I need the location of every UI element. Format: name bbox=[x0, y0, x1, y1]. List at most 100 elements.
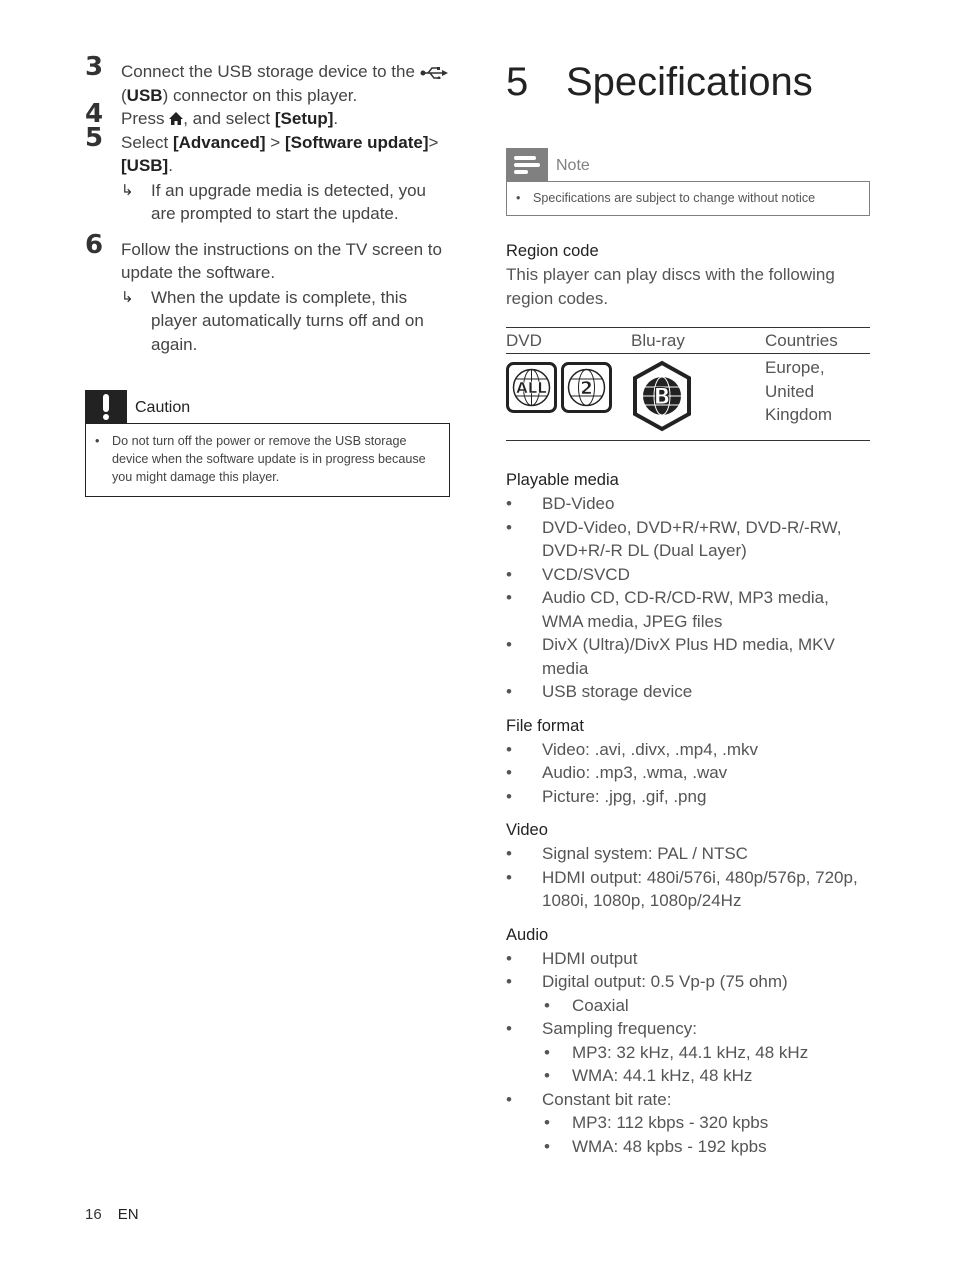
spec-item: • DVD-Video, DVD+R/+RW, DVD-R/-RW, DVD+R/… bbox=[506, 517, 842, 561]
spec-item: • Signal system: PAL / NTSC bbox=[506, 842, 870, 866]
bullet: • bbox=[506, 786, 512, 806]
caution-callout: Caution • Do not turn off the power or r… bbox=[85, 390, 450, 497]
spec-item: • MP3: 32 kHz, 44.1 kHz, 48 kHz bbox=[506, 1041, 870, 1065]
step-number: 3 bbox=[85, 52, 104, 82]
spec-item: • WMA: 44.1 kHz, 48 kHz bbox=[506, 1064, 870, 1088]
note-text: Specifications are subject to change wit… bbox=[533, 191, 816, 205]
spec-item: • Picture: .jpg, .gif, .png bbox=[506, 785, 870, 809]
spec-item: • MP3: 112 kbps - 320 kpbs bbox=[506, 1111, 870, 1135]
spec-item: • Sampling frequency: bbox=[506, 1017, 870, 1041]
spec-item: • Coaxial bbox=[506, 994, 870, 1018]
logo-label: ALL bbox=[516, 379, 547, 397]
spec-item: • HDMI output: 480i/576i, 480p/576p, 720p… bbox=[506, 867, 858, 911]
bullet: • bbox=[544, 995, 550, 1015]
spec-section: Audio • HDMI output • Digital output: 0.5 Vp… bbox=[506, 924, 870, 1159]
logo-label: 2 bbox=[580, 378, 593, 399]
bullet: • bbox=[544, 1113, 550, 1132]
page-footer: 16 EN bbox=[85, 1206, 139, 1223]
menu-label: [Software update] bbox=[284, 132, 429, 152]
bullet: • bbox=[506, 1089, 512, 1109]
note-lines-icon bbox=[506, 148, 548, 181]
exclamation-icon bbox=[85, 390, 127, 423]
spec-item: • Digital output: 0.5 Vp-p (75 ohm) bbox=[506, 970, 870, 994]
result-text: When the update is complete, this player… bbox=[151, 287, 424, 354]
step-text: Connect the USB storage device to the (U… bbox=[121, 60, 450, 107]
countries-value: Europe, United Kingdom bbox=[765, 358, 833, 424]
spec-item: • WMA: 48 kpbs - 192 kpbs bbox=[506, 1135, 870, 1159]
note-title: Note bbox=[556, 157, 590, 174]
bullet: • bbox=[506, 517, 512, 537]
bullet: • bbox=[506, 948, 512, 968]
bullet: • bbox=[506, 1019, 512, 1038]
menu-label: USB bbox=[126, 85, 163, 105]
column-header-countries: Countries bbox=[765, 330, 838, 350]
section-heading: Video bbox=[506, 821, 548, 839]
bullet: • bbox=[95, 434, 100, 448]
bullet: • bbox=[544, 1066, 550, 1085]
result-arrow-icon: ↳ bbox=[121, 181, 134, 199]
instruction-step: 5 Select [Advanced] > [Software update]> … bbox=[85, 125, 450, 226]
spec-item: • Audio: .mp3, .wma, .wav bbox=[506, 761, 870, 785]
bullet: • bbox=[506, 972, 512, 991]
home-icon bbox=[169, 109, 184, 128]
spec-item: • BD-Video bbox=[506, 492, 870, 516]
language-code: EN bbox=[117, 1206, 139, 1223]
section-heading: Audio bbox=[506, 925, 549, 944]
dvd-region-2-icon: 2 bbox=[561, 362, 612, 413]
menu-label: [Advanced] bbox=[172, 132, 266, 152]
menu-label: [USB] bbox=[121, 156, 169, 175]
region-code-section: Region code This player can play discs w… bbox=[506, 240, 870, 441]
spec-sections: Playable media • BD-Video • DVD-Video, DVD+R… bbox=[506, 469, 870, 1158]
caution-text: Do not turn off the power or remove the … bbox=[112, 434, 426, 484]
spec-item: • Video: .avi, .divx, .mp4, .mkv bbox=[506, 738, 870, 762]
section-heading: Playable media bbox=[506, 471, 619, 489]
logo-label: B bbox=[654, 385, 671, 410]
instruction-step: 4 Press , and select [Setup]. bbox=[85, 101, 450, 131]
section-heading: Region code bbox=[506, 242, 599, 260]
result-text: If an upgrade media is detected, you are… bbox=[151, 180, 427, 224]
bullet: • bbox=[506, 739, 512, 759]
step-number: 6 bbox=[85, 229, 104, 260]
bullet: • bbox=[516, 191, 521, 205]
left-column: 3 Connect the USB storage device to the (… bbox=[85, 54, 450, 497]
bullet: • bbox=[506, 867, 512, 887]
spec-item: • DivX (Ultra)/DivX Plus HD media, MKV me… bbox=[506, 635, 835, 678]
step-number: 5 bbox=[85, 122, 104, 153]
spec-item: • Constant bit rate: bbox=[506, 1088, 870, 1112]
spec-item: • Audio CD, CD-R/CD-RW, MP3 media, WMA me… bbox=[506, 588, 829, 631]
steps-list: 3 Connect the USB storage device to the (… bbox=[85, 54, 450, 357]
page-number: 16 bbox=[85, 1206, 102, 1223]
section-heading: File format bbox=[506, 716, 584, 735]
caution-title: Caution bbox=[135, 399, 191, 416]
instruction-step: 3 Connect the USB storage device to the (… bbox=[85, 54, 450, 107]
step-text: Press , and select [Setup]. bbox=[121, 109, 339, 128]
bullet: • bbox=[506, 844, 512, 863]
spec-section: Playable media • BD-Video • DVD-Video, DVD+R… bbox=[506, 469, 870, 704]
column-header-dvd: DVD bbox=[506, 330, 542, 350]
bullet: • bbox=[506, 588, 512, 607]
region-table: DVD Blu-ray Countries ALL 2 B Europe, Un… bbox=[506, 327, 870, 441]
chapter-number: 5 bbox=[506, 60, 529, 104]
dvd-region-all-icon: ALL bbox=[506, 362, 557, 413]
step-text: Select [Advanced] > [Software update]> [… bbox=[121, 132, 439, 176]
bullet: • bbox=[506, 635, 512, 654]
bullet: • bbox=[506, 763, 512, 782]
chapter-title: Specifications bbox=[566, 60, 813, 104]
step-result: ↳ When the update is complete, this playe… bbox=[121, 286, 450, 357]
note-callout: Note • Specifications are subject to cha… bbox=[506, 148, 870, 216]
region-description: This player can play discs with the foll… bbox=[506, 265, 835, 308]
result-arrow-icon: ↳ bbox=[121, 288, 134, 306]
page-title: 5 Specifications bbox=[506, 60, 870, 110]
bullet: • bbox=[506, 682, 512, 701]
instruction-step: 6 Follow the instructions on the TV scree… bbox=[85, 232, 450, 357]
spec-item: • VCD/SVCD bbox=[506, 563, 870, 587]
step-text: Follow the instructions on the TV screen… bbox=[121, 239, 442, 283]
usb-icon bbox=[420, 62, 448, 81]
spec-item: • USB storage device bbox=[506, 680, 870, 704]
right-column: 5 Specifications Note • Specifications ar… bbox=[506, 60, 870, 1158]
spec-section: Video • Signal system: PAL / NTSC • HDMI out… bbox=[506, 819, 870, 913]
spec-section: File format • Video: .avi, .divx, .mp4, .m… bbox=[506, 715, 870, 809]
spec-item: • HDMI output bbox=[506, 947, 870, 971]
menu-label: [Setup] bbox=[274, 109, 334, 128]
bullet: • bbox=[506, 564, 512, 584]
